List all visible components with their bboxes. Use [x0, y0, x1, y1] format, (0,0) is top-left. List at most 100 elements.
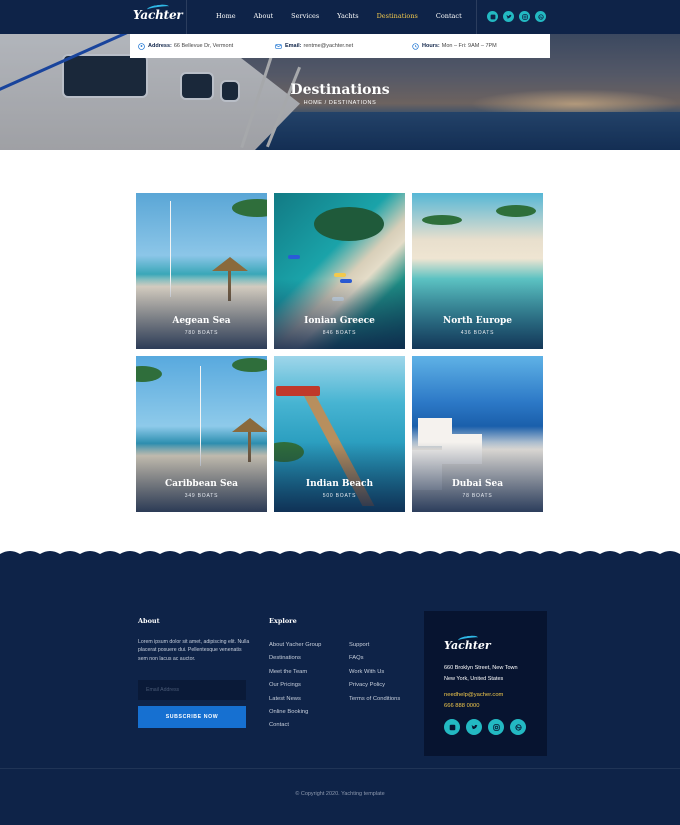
nav-item-destinations[interactable]: Destinations [377, 12, 418, 20]
destination-card[interactable]: Indian Beach 500 BOATS [274, 356, 405, 512]
destinations-grid: Aegean Sea 780 BOATS Ionian Greece 846 B… [136, 193, 545, 513]
footer-link[interactable]: Work With Us [349, 669, 400, 682]
footer [0, 555, 680, 825]
address-line: New York, United States [444, 676, 504, 682]
destination-name: North Europe [443, 316, 512, 326]
footer-link[interactable]: Online Booking [269, 709, 321, 722]
instagram-icon[interactable] [519, 11, 530, 22]
boat-marker [288, 255, 300, 259]
card-gradient [136, 279, 267, 349]
nav-item-contact[interactable]: Contact [436, 12, 462, 20]
destination-name: Dubai Sea [451, 479, 504, 489]
nav-item-home[interactable]: Home [216, 12, 236, 20]
location-pin-icon [138, 42, 145, 50]
facebook-icon[interactable] [444, 719, 460, 735]
card-gradient [274, 442, 405, 512]
parasol [232, 418, 267, 432]
info-address: Address: 66 Bellevue Dr, Vermont [138, 42, 275, 50]
footer-link[interactable]: Privacy Policy [349, 682, 400, 695]
breadcrumb: HOME / DESTINATIONS [303, 100, 377, 106]
pier-hut-roof [276, 386, 320, 396]
hours-value: Mon – Fri: 9AM – 7PM [441, 43, 497, 49]
boat-count: 780 BOATS [184, 330, 219, 336]
address-line: 660 Broklyn Street, New Town [444, 665, 518, 671]
card-gradient [412, 442, 543, 512]
footer-link[interactable]: Latest News [269, 696, 321, 709]
nav-item-about[interactable]: About [254, 12, 274, 20]
dribbble-icon[interactable] [535, 11, 546, 22]
dribbble-icon[interactable] [510, 719, 526, 735]
logo[interactable]: Yachter [133, 3, 183, 22]
main-menu: Home About Services Yachts Destinations … [216, 12, 480, 20]
header-socials [487, 11, 546, 22]
destination-card[interactable]: Ionian Greece 846 BOATS [274, 193, 405, 349]
info-email: Email: rentme@yachter.net [275, 43, 412, 50]
boat-count: 500 BOATS [322, 493, 357, 499]
copyright: © Copyright 2020. Yachting template [295, 791, 385, 797]
destination-card[interactable]: Aegean Sea 780 BOATS [136, 193, 267, 349]
boat-marker [334, 273, 346, 277]
address-value: 66 Bellevue Dr, Vermont [173, 43, 234, 49]
footer-logo[interactable]: Yachter [444, 634, 491, 652]
footer-divider [0, 768, 680, 769]
footer-link[interactable]: Meet the Team [269, 669, 321, 682]
footer-link[interactable]: Terms of Conditions [349, 696, 400, 709]
twitter-icon[interactable] [503, 11, 514, 22]
footer-link[interactable]: Support [349, 642, 400, 655]
info-hours: Hours: Mon – Fri: 9AM – 7PM [412, 42, 549, 50]
boat-count: 846 BOATS [322, 330, 357, 336]
nav-item-services[interactable]: Services [291, 12, 319, 20]
boat-count: 78 BOATS [462, 493, 493, 499]
destination-card[interactable]: Caribbean Sea 349 BOATS [136, 356, 267, 512]
footer-link[interactable]: FAQs [349, 655, 400, 668]
instagram-icon[interactable] [488, 719, 504, 735]
page-title: Destinations [290, 82, 390, 98]
footer-link[interactable]: About Yacher Group [269, 642, 321, 655]
card-gradient [274, 279, 405, 349]
hours-label: Hours: [422, 43, 440, 49]
destination-name: Ionian Greece [304, 316, 375, 326]
palm-leaves [422, 215, 462, 225]
explore-heading: Explore [269, 617, 297, 625]
nav-divider [476, 0, 477, 34]
about-heading: About [138, 617, 160, 625]
destination-name: Caribbean Sea [164, 479, 239, 489]
footer-address: 660 Broklyn Street, New Town New York, U… [444, 663, 518, 685]
email-label: Email: [285, 43, 302, 49]
island-trees [314, 207, 384, 241]
destination-card[interactable]: Dubai Sea 78 BOATS [412, 356, 543, 512]
boat-count: 436 BOATS [460, 330, 495, 336]
footer-link[interactable]: Contact [269, 722, 321, 735]
footer-link[interactable]: Destinations [269, 655, 321, 668]
destination-name: Aegean Sea [172, 316, 231, 326]
email-value[interactable]: rentme@yachter.net [304, 43, 354, 49]
parasol [212, 257, 248, 271]
card-gradient [136, 442, 267, 512]
footer-email[interactable]: needhelp@yacher.com [444, 692, 503, 698]
palm-leaves [232, 358, 267, 372]
top-navbar: Yachter Home About Services Yachts Desti… [0, 0, 680, 34]
twitter-icon[interactable] [466, 719, 482, 735]
contact-info-bar: Address: 66 Bellevue Dr, Vermont Email: … [130, 34, 550, 58]
footer-link[interactable]: Our Pricings [269, 682, 321, 695]
nav-item-yachts[interactable]: Yachts [337, 12, 358, 20]
footer-phone[interactable]: 666 888 0000 [444, 703, 479, 709]
footer-socials [444, 719, 526, 735]
nav-divider [186, 0, 187, 34]
mail-icon [275, 43, 282, 49]
palm-leaves [136, 366, 162, 382]
footer-contact-box: Yachter 660 Broklyn Street, New Town New… [424, 611, 547, 756]
email-input[interactable]: Email Address [138, 680, 246, 700]
clock-icon [412, 42, 419, 50]
address-label: Address: [148, 43, 172, 49]
subscribe-button[interactable]: SUBSCRIBE NOW [138, 706, 246, 728]
destination-card[interactable]: North Europe 436 BOATS [412, 193, 543, 349]
explore-links-col1: About Yacher Group Destinations Meet the… [269, 642, 321, 736]
card-gradient [412, 279, 543, 349]
palm-leaves [496, 205, 536, 217]
facebook-icon[interactable] [487, 11, 498, 22]
boat-count: 349 BOATS [184, 493, 219, 499]
explore-links-col2: Support FAQs Work With Us Privacy Policy… [349, 642, 400, 709]
destination-name: Indian Beach [305, 479, 374, 489]
about-text: Lorem ipsum dolor sit amet, adipiscing e… [138, 639, 250, 662]
